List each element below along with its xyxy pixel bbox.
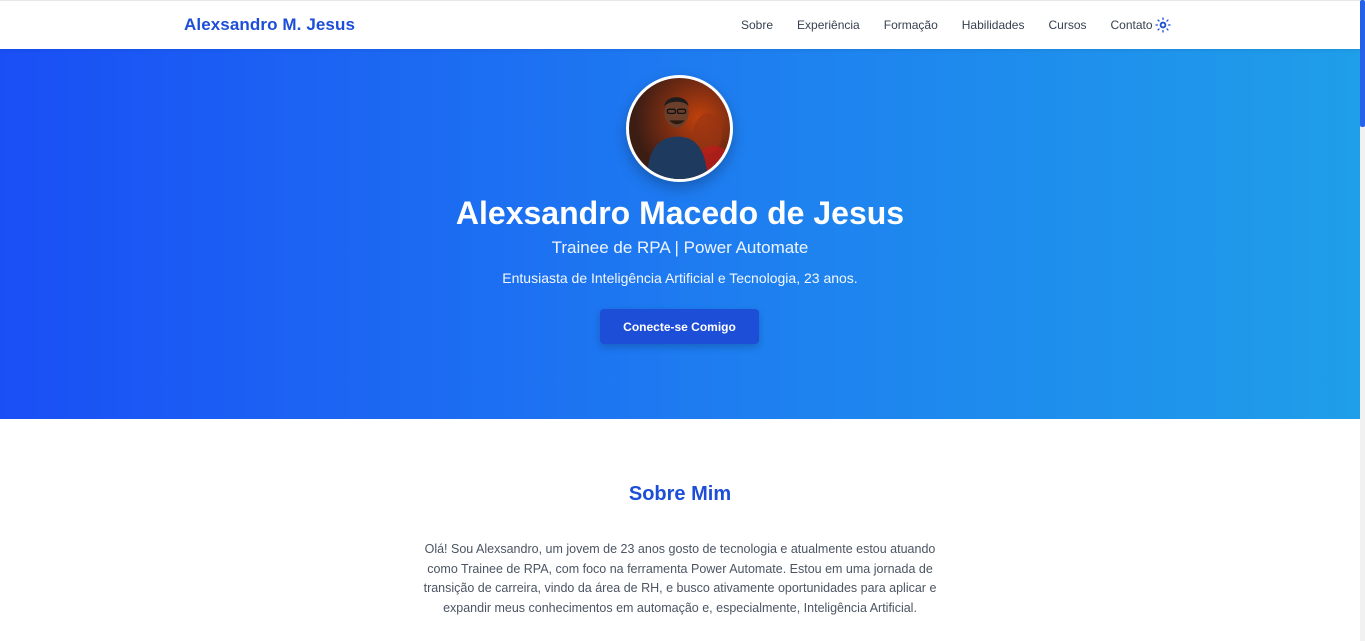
brand-logo-link[interactable]: Alexsandro M. Jesus (184, 15, 355, 35)
nav-link-experiencia[interactable]: Experiência (797, 18, 860, 32)
scrollbar-thumb[interactable] (1360, 0, 1365, 127)
nav-links: Sobre Experiência Formação Habilidades C… (741, 18, 1177, 32)
profile-photo-avatar (626, 75, 733, 182)
connect-button[interactable]: Conecte-se Comigo (600, 309, 759, 344)
hero-section: Alexsandro Macedo de Jesus Trainee de RP… (0, 49, 1360, 419)
nav-link-cursos[interactable]: Cursos (1048, 18, 1086, 32)
hero-tagline: Entusiasta de Inteligência Artificial e … (502, 270, 858, 286)
page-scrollbar[interactable] (1360, 0, 1365, 641)
nav-link-habilidades[interactable]: Habilidades (962, 18, 1025, 32)
about-title: Sobre Mim (628, 483, 732, 505)
top-navbar: Alexsandro M. Jesus Sobre Experiência Fo… (0, 0, 1360, 49)
hero-role: Trainee de RPA | Power Automate (551, 238, 809, 257)
about-text: Olá! Sou Alexsandro, um jovem de 23 anos… (423, 542, 937, 615)
theme-toggle-icon[interactable] (1155, 17, 1171, 33)
hero-name: Alexsandro Macedo de Jesus (455, 195, 905, 231)
nav-link-contato[interactable]: Contato (1111, 18, 1153, 32)
nav-link-formacao[interactable]: Formação (884, 18, 938, 32)
person-silhouette-icon (647, 97, 730, 179)
nav-link-sobre[interactable]: Sobre (741, 18, 773, 32)
